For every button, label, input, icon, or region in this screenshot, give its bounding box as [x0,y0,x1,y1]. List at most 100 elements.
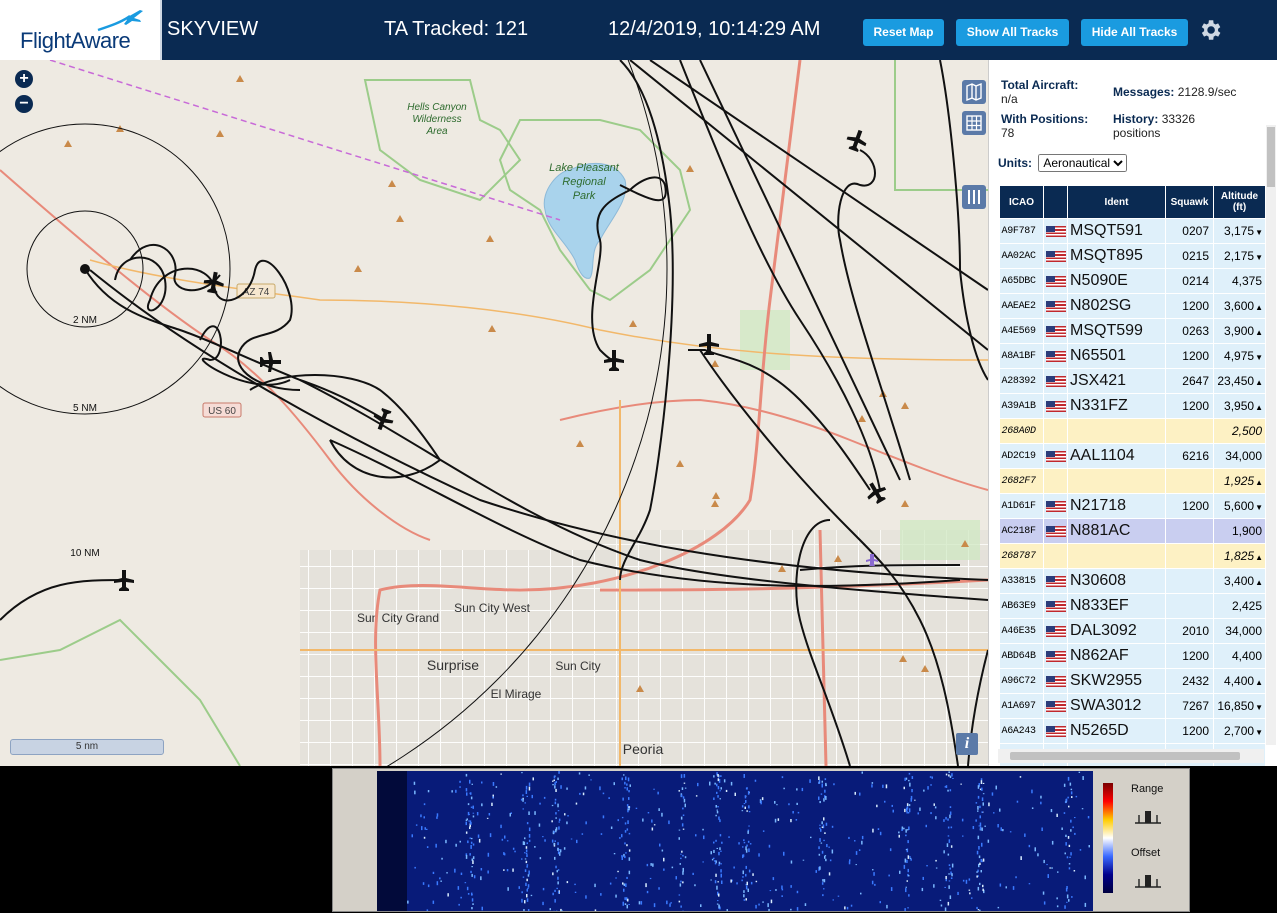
table-row[interactable]: A65DBC N5090E 0214 4,375 [999,268,1266,294]
altitude-trend-icon: ▼ [1255,703,1263,712]
clock-datetime: 12/4/2019, 10:14:29 AM [608,18,821,40]
cell-flag [1043,618,1068,644]
zoom-in-button[interactable]: + [15,70,33,88]
with-positions-label: With Positions: [1001,112,1089,126]
table-row[interactable]: AA02AC MSQT895 0215 2,175▼ [999,243,1266,269]
cell-squawk: 0263 [1165,318,1214,344]
table-row[interactable]: 268A0D 2,500 [999,418,1266,444]
altitude-value: 23,450 [1217,374,1255,388]
cell-altitude: 1,925▲ [1213,468,1266,494]
place-lake-pleasant-2: Regional [562,176,606,188]
col-squawk[interactable]: Squawk [1165,185,1214,219]
hide-all-tracks-button[interactable]: Hide All Tracks [1081,19,1188,46]
range-slider[interactable] [1133,807,1163,827]
cell-icao: AAEAE2 [999,293,1044,319]
table-row[interactable]: A9F787 MSQT591 0207 3,175▼ [999,218,1266,244]
scale-bar: 5 nm [10,739,164,755]
us-flag-icon [1046,501,1066,513]
table-row[interactable]: AD2C19 AAL1104 6216 34,000 [999,443,1266,469]
altitude-trend-icon: ▼ [1255,228,1263,237]
table-row[interactable]: 268787 1,825▲ [999,543,1266,569]
altitude-value: 1,825 [1224,549,1255,563]
flightaware-logo[interactable]: FlightAware [0,0,162,60]
cell-flag [1043,218,1068,244]
cell-ident: DAL3092 [1067,618,1166,644]
table-row[interactable]: A33815 N30608 3,400▲ [999,568,1266,594]
place-sun-city-west: Sun City West [454,601,530,615]
map-grid-button[interactable] [962,111,986,135]
place-sun-city: Sun City [555,659,600,673]
altitude-trend-icon: ▼ [1255,253,1263,262]
cell-icao: AD2C19 [999,443,1044,469]
col-altitude[interactable]: Altitude (ft) [1213,185,1266,219]
table-row[interactable]: A46E35 DAL3092 2010 34,000 [999,618,1266,644]
offset-label: Offset [1131,847,1161,859]
col-flag[interactable] [1043,185,1068,219]
show-all-tracks-button[interactable]: Show All Tracks [956,19,1069,46]
units-label: Units: [998,156,1032,170]
altitude-value: 3,400 [1224,574,1255,588]
table-row[interactable]: A1D61F N21718 1200 5,600▼ [999,493,1266,519]
cell-altitude: 4,400▲ [1213,668,1266,694]
table-row[interactable]: A6A243 N5265D 1200 2,700▼ [999,718,1266,744]
col-ident[interactable]: Ident [1067,185,1166,219]
altitude-trend-icon: ▼ [1255,728,1263,737]
table-row[interactable]: ABD64B N862AF 1200 4,400 [999,643,1266,669]
col-icao[interactable]: ICAO [999,185,1044,219]
table-row[interactable]: A1A697 SWA3012 7267 16,850▼ [999,693,1266,719]
zoom-out-button[interactable]: − [15,95,33,113]
cell-flag [1043,693,1068,719]
altitude-trend-icon: ▲ [1255,378,1263,387]
table-horizontal-scrollbar[interactable] [998,749,1264,763]
cell-icao: A46E35 [999,618,1044,644]
cell-ident: MSQT895 [1067,243,1166,269]
table-row[interactable]: A96C72 SKW2955 2432 4,400▲ [999,668,1266,694]
stat-with-positions: With Positions: 78 [1001,112,1088,140]
cell-altitude: 3,950▲ [1213,393,1266,419]
cell-altitude: 2,175▼ [1213,243,1266,269]
units-select[interactable]: Aeronautical [1038,154,1128,172]
offset-slider[interactable] [1133,871,1163,891]
table-row[interactable]: A28392 JSX421 2647 23,450▲ [999,368,1266,394]
table-row[interactable]: 2682F7 1,925▲ [999,468,1266,494]
cell-flag [1043,468,1068,494]
cell-altitude: 3,175▼ [1213,218,1266,244]
cell-icao: AA02AC [999,243,1044,269]
map-view[interactable]: Hells Canyon Wilderness Area Lake Pleasa… [0,60,988,766]
altitude-trend-icon: ▲ [1255,478,1263,487]
gear-icon[interactable] [1197,17,1223,43]
map-layers-button[interactable] [962,80,986,104]
place-hells-canyon-3: Area [425,126,448,137]
cell-icao: A65DBC [999,268,1044,294]
cell-icao: A28392 [999,368,1044,394]
cell-squawk: 1200 [1165,718,1214,744]
altitude-value: 3,600 [1224,299,1255,313]
place-hells-canyon-1: Hells Canyon [407,102,467,113]
table-vertical-scrollbar[interactable] [1266,125,1276,745]
table-row[interactable]: AC218F N881AC 1,900 [999,518,1266,544]
cell-icao: 268787 [999,543,1044,569]
cell-icao: AB63E9 [999,593,1044,619]
us-flag-icon [1046,276,1066,288]
us-flag-icon [1046,726,1066,738]
range-label: Range [1131,783,1164,795]
columns-toggle-button[interactable] [962,185,986,209]
table-row[interactable]: A8A1BF N65501 1200 4,975▼ [999,343,1266,369]
table-row[interactable]: A4E569 MSQT599 0263 3,900▲ [999,318,1266,344]
table-row[interactable]: AB63E9 N833EF 2,425 [999,593,1266,619]
us-flag-icon [1046,651,1066,663]
cell-icao: A6A243 [999,718,1044,744]
us-flag-icon [1046,226,1066,238]
reset-map-button[interactable]: Reset Map [863,19,944,46]
table-row[interactable]: A39A1B N331FZ 1200 3,950▲ [999,393,1266,419]
place-sun-city-grand: Sun City Grand [357,611,439,625]
cell-squawk: 1200 [1165,343,1214,369]
map-canvas[interactable]: Hells Canyon Wilderness Area Lake Pleasa… [0,60,988,766]
altitude-value: 4,375 [1231,274,1262,288]
info-button[interactable]: i [956,733,978,755]
vscroll-thumb[interactable] [1267,127,1275,187]
hscroll-thumb[interactable] [1010,752,1240,760]
table-row[interactable]: AAEAE2 N802SG 1200 3,600▲ [999,293,1266,319]
altitude-value: 3,175 [1224,224,1255,238]
stat-messages: Messages: 2128.9/sec [1113,85,1236,99]
